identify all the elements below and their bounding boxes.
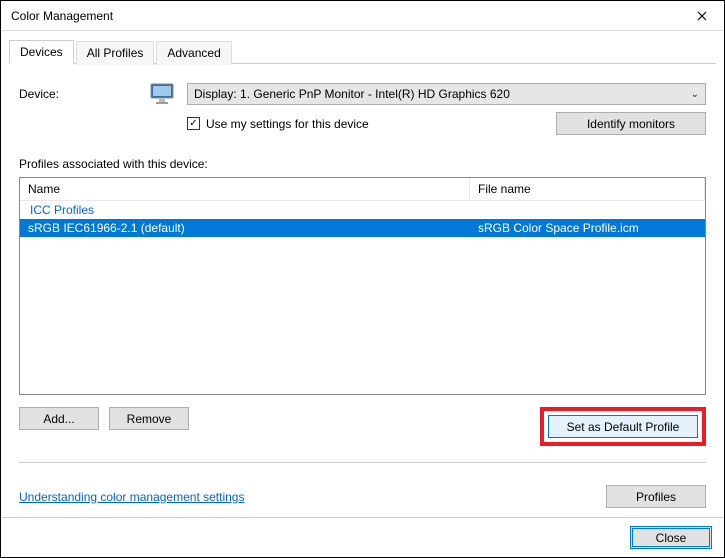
group-icc-profiles: ICC Profiles: [20, 201, 705, 219]
close-button[interactable]: Close: [630, 526, 712, 549]
profile-buttons-row: Add... Remove Set as Default Profile: [19, 407, 706, 446]
monitor-icon: [149, 82, 177, 106]
column-name[interactable]: Name: [20, 178, 470, 200]
highlight-annotation: Set as Default Profile: [540, 407, 706, 446]
content-area: Device: Display: 1. Generic PnP Monitor …: [1, 64, 724, 485]
understanding-link[interactable]: Understanding color management settings: [19, 490, 244, 504]
list-header: Name File name: [20, 178, 705, 201]
item-file: sRGB Color Space Profile.icm: [470, 220, 705, 236]
add-button[interactable]: Add...: [19, 407, 99, 430]
tab-bar: Devices All Profiles Advanced: [9, 39, 716, 64]
item-name: sRGB IEC61966-2.1 (default): [20, 220, 470, 236]
remove-button[interactable]: Remove: [109, 407, 189, 430]
tab-advanced[interactable]: Advanced: [156, 41, 231, 65]
profiles-section-label: Profiles associated with this device:: [19, 157, 706, 171]
list-item[interactable]: sRGB IEC61966-2.1 (default) sRGB Color S…: [20, 219, 705, 237]
separator: [19, 462, 706, 463]
use-my-settings-label: Use my settings for this device: [206, 117, 369, 131]
identify-monitors-button[interactable]: Identify monitors: [556, 112, 706, 135]
footer: Close: [1, 517, 724, 557]
column-file[interactable]: File name: [470, 178, 705, 200]
bottom-row: Understanding color management settings …: [1, 485, 724, 508]
set-default-button[interactable]: Set as Default Profile: [548, 415, 698, 438]
profiles-button[interactable]: Profiles: [606, 485, 706, 508]
use-my-settings-checkbox[interactable]: ✓ Use my settings for this device: [187, 117, 369, 131]
device-select[interactable]: Display: 1. Generic PnP Monitor - Intel(…: [187, 83, 706, 105]
titlebar: Color Management: [1, 1, 724, 31]
device-label: Device:: [19, 87, 149, 101]
profiles-listbox[interactable]: Name File name ICC Profiles sRGB IEC6196…: [19, 177, 706, 395]
tab-all-profiles[interactable]: All Profiles: [76, 41, 155, 65]
device-options-row: ✓ Use my settings for this device Identi…: [187, 112, 706, 135]
checkbox-icon: ✓: [187, 117, 200, 130]
window-title: Color Management: [11, 9, 113, 23]
device-row: Device: Display: 1. Generic PnP Monitor …: [19, 82, 706, 106]
tab-devices[interactable]: Devices: [9, 40, 74, 64]
device-select-value: Display: 1. Generic PnP Monitor - Intel(…: [194, 87, 510, 101]
close-icon[interactable]: [679, 1, 724, 31]
chevron-down-icon: ⌄: [691, 89, 699, 100]
